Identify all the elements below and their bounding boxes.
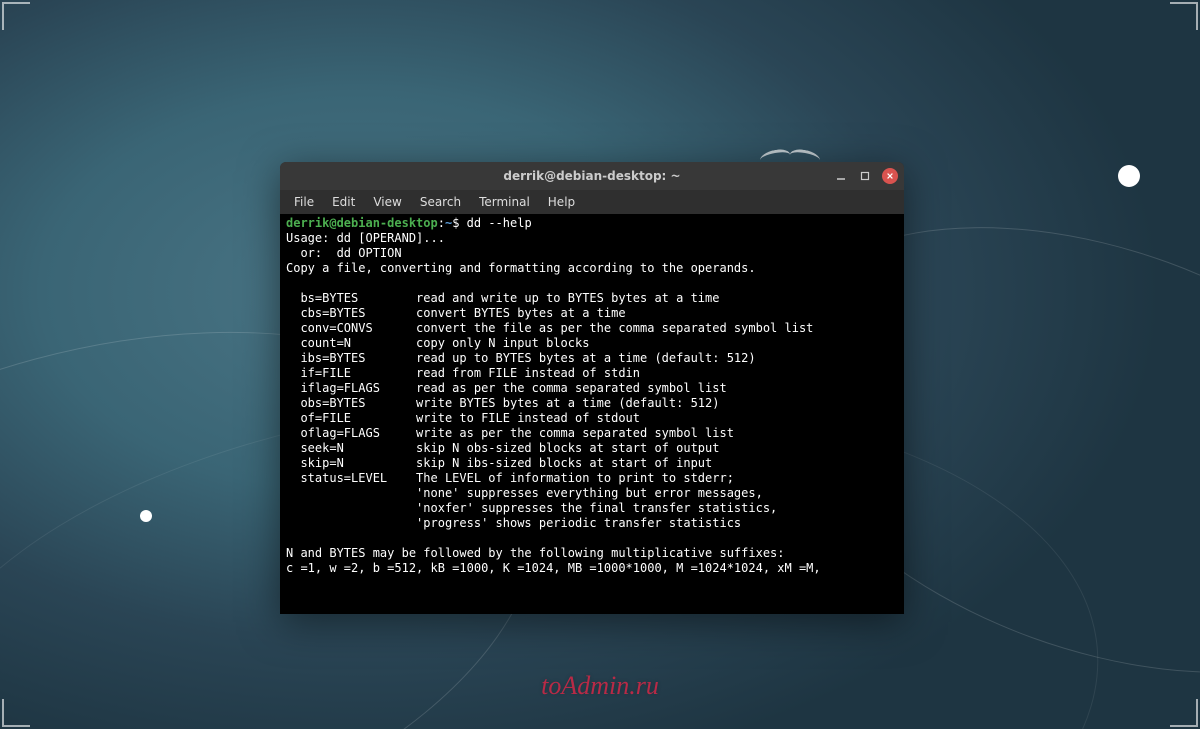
- watermark-text: toAdmin.ru: [541, 671, 659, 701]
- menu-edit[interactable]: Edit: [324, 192, 363, 212]
- menu-search[interactable]: Search: [412, 192, 469, 212]
- close-button[interactable]: [882, 168, 898, 184]
- minimize-button[interactable]: [834, 169, 848, 183]
- command-output: Usage: dd [OPERAND]... or: dd OPTION Cop…: [286, 231, 821, 575]
- minimize-icon: [836, 171, 846, 181]
- close-icon: [886, 172, 894, 180]
- window-title: derrik@debian-desktop: ~: [280, 169, 904, 183]
- menubar: File Edit View Search Terminal Help: [280, 190, 904, 214]
- prompt-user-host: derrik@debian-desktop: [286, 216, 438, 230]
- prompt-symbol: $: [452, 216, 459, 230]
- command-text: dd --help: [467, 216, 532, 230]
- frame-corner: [1170, 2, 1198, 30]
- menu-help[interactable]: Help: [540, 192, 583, 212]
- window-titlebar[interactable]: derrik@debian-desktop: ~: [280, 162, 904, 190]
- menu-view[interactable]: View: [365, 192, 409, 212]
- frame-corner: [2, 2, 30, 30]
- menu-file[interactable]: File: [286, 192, 322, 212]
- prompt-separator: :: [438, 216, 445, 230]
- terminal-window: derrik@debian-desktop: ~ File Edit View …: [280, 162, 904, 614]
- maximize-button[interactable]: [858, 169, 872, 183]
- window-controls: [834, 168, 898, 184]
- frame-corner: [1170, 699, 1198, 727]
- menu-terminal[interactable]: Terminal: [471, 192, 538, 212]
- maximize-icon: [860, 171, 870, 181]
- frame-corner: [2, 699, 30, 727]
- terminal-output-area[interactable]: derrik@debian-desktop:~$ dd --help Usage…: [280, 214, 904, 614]
